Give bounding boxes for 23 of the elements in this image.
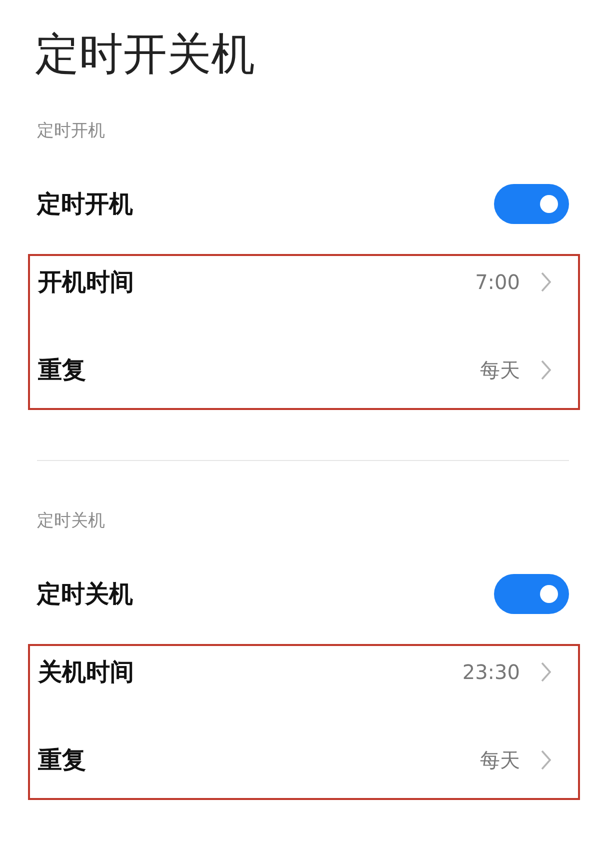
page-title: 定时开关机 <box>35 28 255 82</box>
section-header: 定时关机 <box>37 510 105 534</box>
setting-row[interactable]: 重复 每天 <box>30 344 578 396</box>
setting-row[interactable]: 关机时间 23:30 <box>30 646 578 698</box>
chevron-right-icon <box>540 661 552 683</box>
setting-label: 重复 <box>38 745 86 776</box>
toggle-switch[interactable] <box>494 184 569 224</box>
setting-label: 关机时间 <box>38 657 134 688</box>
setting-label: 重复 <box>38 355 86 386</box>
chevron-right-icon <box>540 749 552 771</box>
setting-value: 7:00 <box>475 269 520 296</box>
setting-value: 每天 <box>480 747 520 774</box>
setting-label: 开机时间 <box>38 267 134 298</box>
chevron-right-icon <box>540 359 552 381</box>
setting-label: 定时开机 <box>37 189 133 220</box>
section-header: 定时开机 <box>37 120 105 144</box>
setting-value: 23:30 <box>462 659 520 686</box>
setting-row[interactable]: 开机时间 7:00 <box>30 256 578 308</box>
chevron-right-icon <box>540 271 552 293</box>
toggle-switch[interactable] <box>494 574 569 614</box>
setting-row[interactable]: 重复 每天 <box>30 734 578 786</box>
setting-label: 定时关机 <box>37 579 133 610</box>
setting-value: 每天 <box>480 357 520 384</box>
